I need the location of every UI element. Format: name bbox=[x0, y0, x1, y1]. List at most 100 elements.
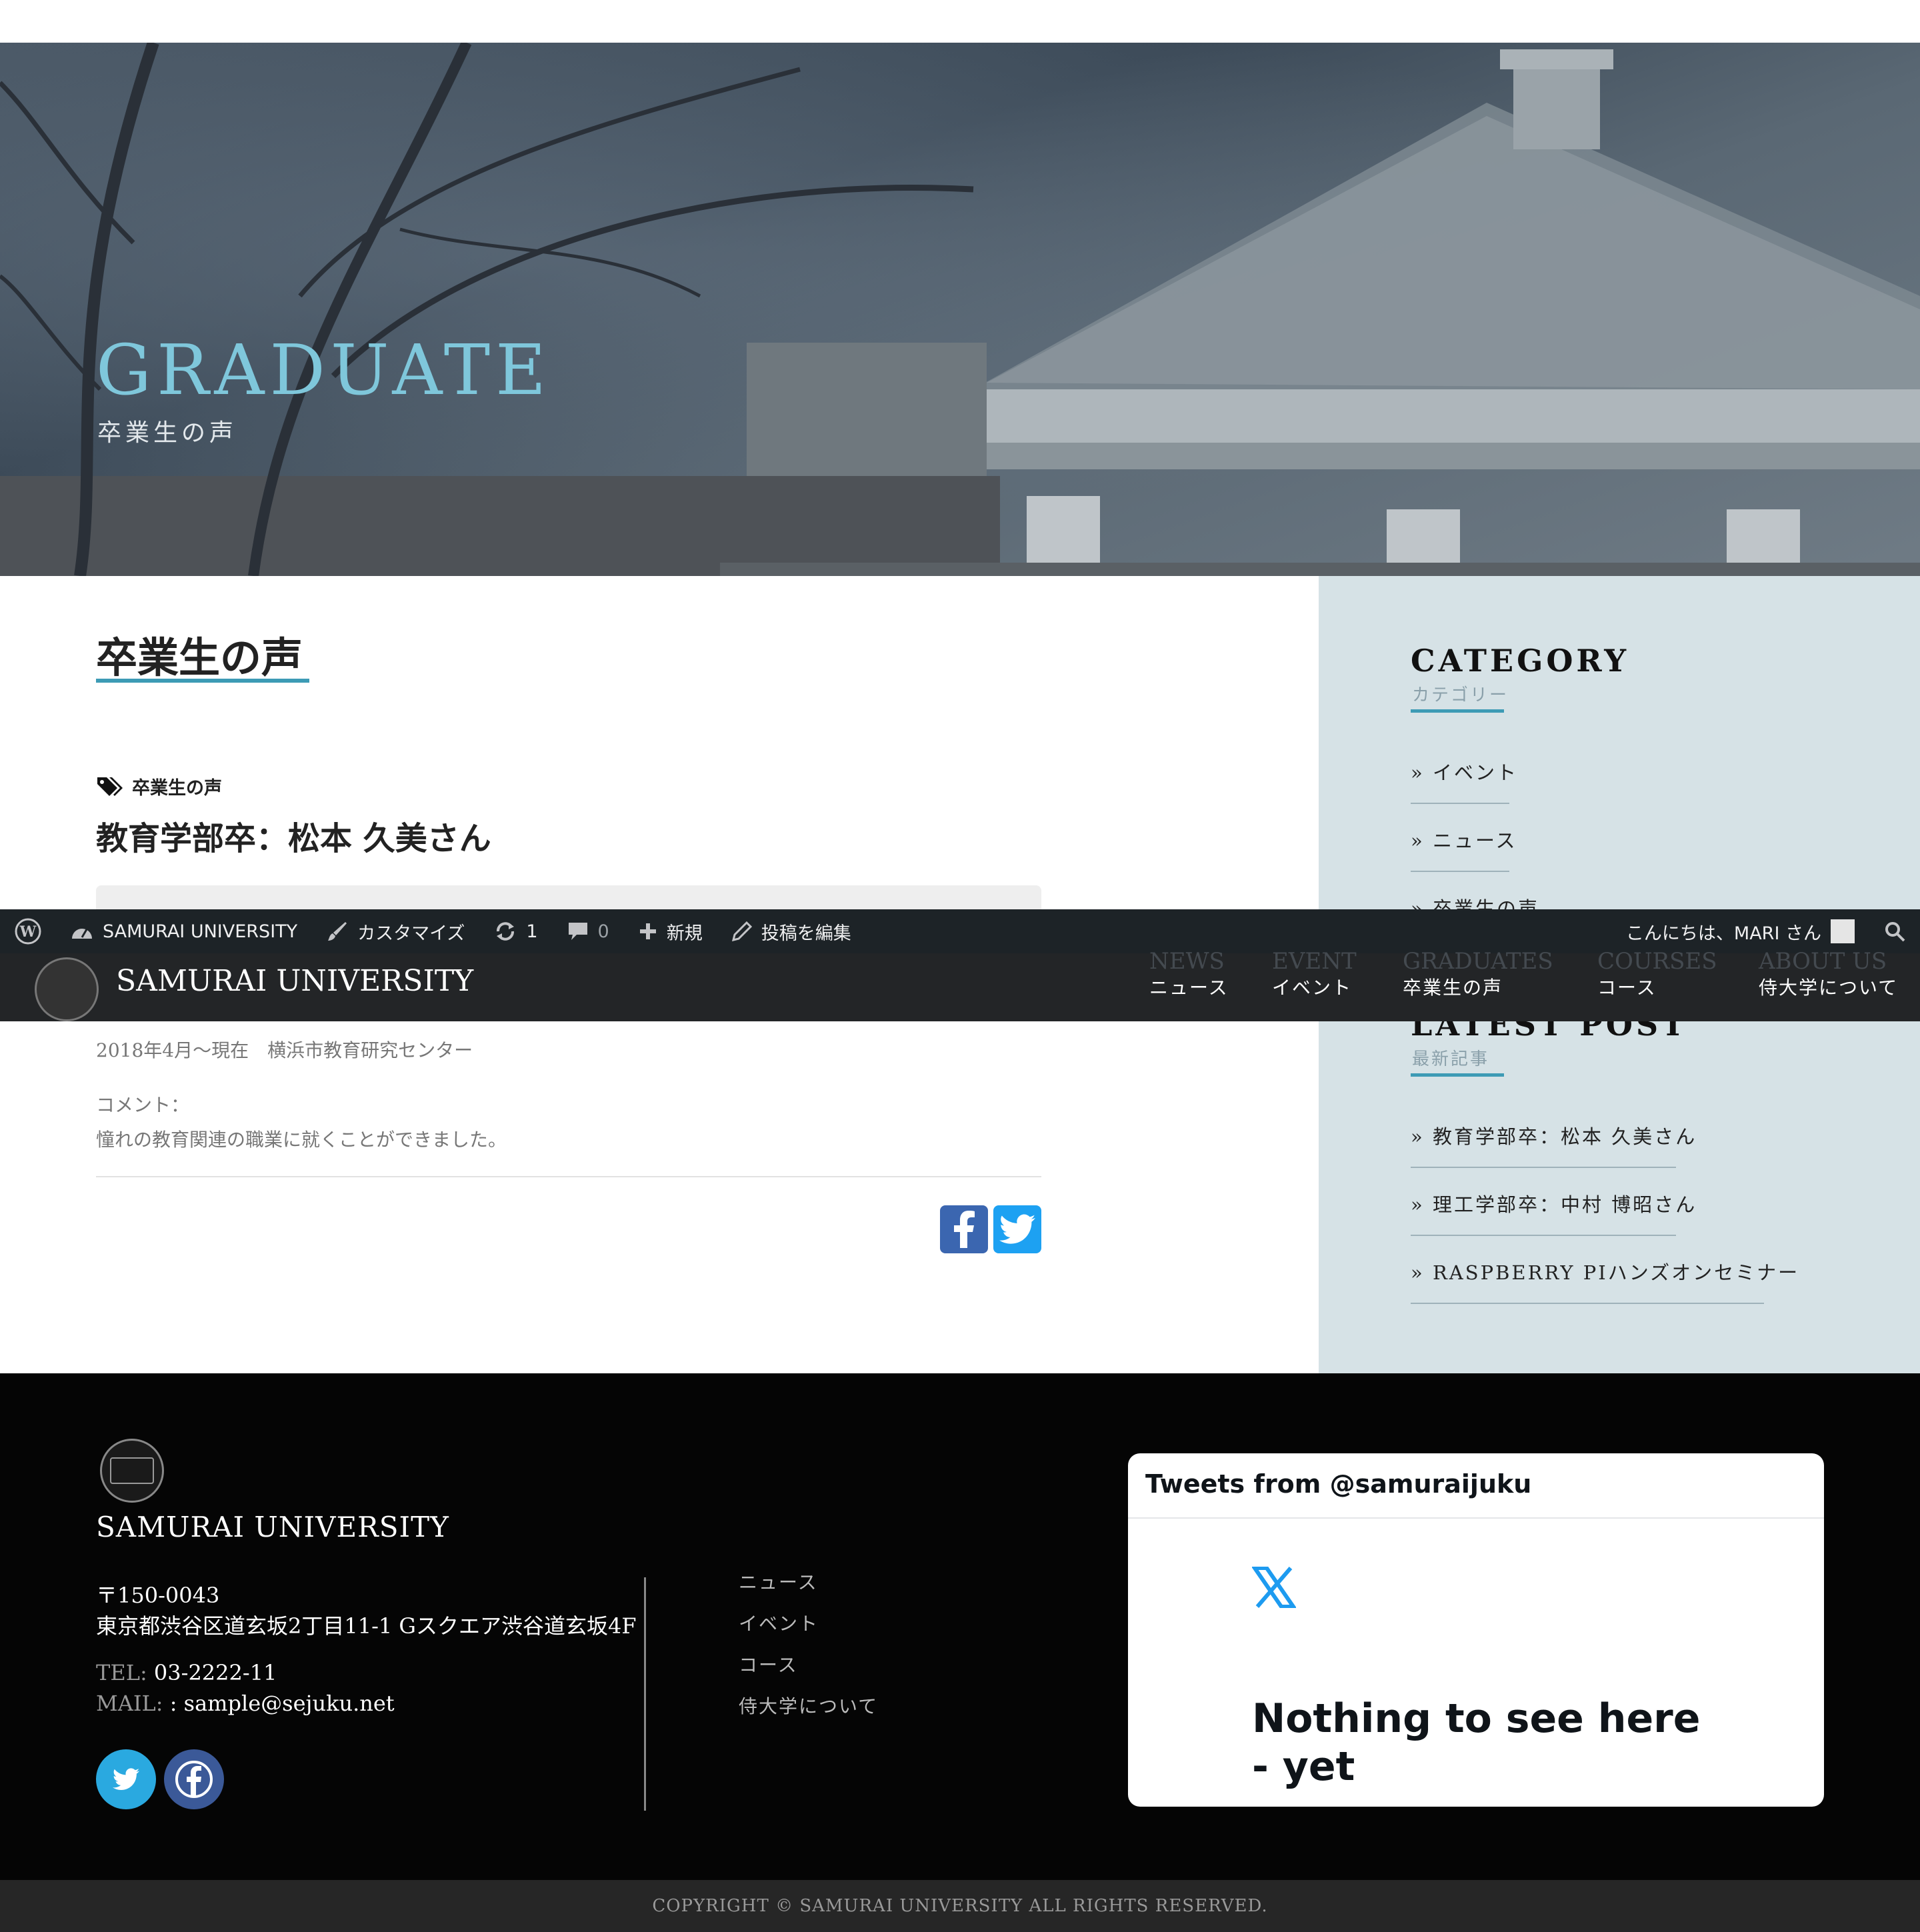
nav-label-en: NEWS bbox=[1149, 948, 1225, 975]
footer-logo[interactable] bbox=[100, 1439, 164, 1503]
footer-logo-emblem bbox=[110, 1457, 154, 1484]
sidebar-category-item[interactable]: » イベント bbox=[1411, 757, 1518, 785]
footer-mail-value[interactable]: : sample@sejuku.net bbox=[170, 1691, 395, 1716]
hero-banner: GRADUATE 卒業生の声 bbox=[0, 43, 1920, 576]
post-title: 教育学部卒：松本 久美さん bbox=[96, 820, 491, 857]
hero-title: GRADUATE bbox=[96, 329, 552, 411]
x-logo-icon bbox=[1252, 1567, 1296, 1608]
footer-divider bbox=[644, 1577, 646, 1811]
facebook-icon bbox=[175, 1761, 213, 1798]
sidebar-category-label: ニュース bbox=[1432, 829, 1517, 852]
nav-label-en: ABOUT US bbox=[1759, 948, 1887, 975]
site-header: SAMURAI UNIVERSITY NEWS ニュース EVENT イベント … bbox=[0, 948, 1920, 1021]
admin-comments-count: 0 bbox=[597, 921, 609, 942]
footer-link[interactable]: イベント bbox=[739, 1609, 819, 1636]
site-logo[interactable] bbox=[35, 957, 99, 1021]
footer-twitter-button[interactable] bbox=[96, 1749, 156, 1809]
twitter-icon bbox=[999, 1214, 1035, 1244]
page-title: 卒業生の声 bbox=[96, 633, 303, 682]
tweets-title: Tweets from @samuraijuku bbox=[1128, 1453, 1824, 1519]
footer-link[interactable]: ニュース bbox=[739, 1568, 818, 1595]
sidebar-latest-underline bbox=[1411, 1073, 1504, 1077]
wordpress-menu[interactable]: W bbox=[0, 909, 56, 953]
footer-link[interactable]: コース bbox=[739, 1651, 798, 1677]
sidebar-category-label: イベント bbox=[1432, 761, 1518, 784]
sidebar-category-underline bbox=[1411, 709, 1504, 713]
admin-search-button[interactable] bbox=[1869, 909, 1920, 953]
comment-text: 憧れの教育関連の職業に就くことができました。 bbox=[96, 1129, 507, 1151]
admin-updates-count: 1 bbox=[526, 921, 538, 942]
sidebar-item-divider bbox=[1411, 803, 1509, 804]
site-name[interactable]: SAMURAI UNIVERSITY bbox=[116, 964, 473, 998]
footer-tel: TEL: 03-2222-11 bbox=[96, 1660, 277, 1685]
post-divider bbox=[96, 1176, 1041, 1177]
footer-address: 東京都渋谷区道玄坂2丁目11-1 Gスクエア渋谷道玄坂4F bbox=[96, 1613, 637, 1639]
dashboard-icon bbox=[72, 929, 92, 939]
sidebar-item-divider bbox=[1411, 1167, 1676, 1168]
admin-site-link[interactable]: SAMURAI UNIVERSITY bbox=[56, 909, 312, 953]
svg-text:W: W bbox=[19, 923, 37, 941]
copyright: COPYRIGHT © SAMURAI UNIVERSITY ALL RIGHT… bbox=[0, 1880, 1920, 1932]
user-avatar bbox=[1831, 919, 1855, 943]
sidebar-item-divider bbox=[1411, 1235, 1676, 1236]
admin-edit-link[interactable]: 投稿を編集 bbox=[717, 909, 866, 953]
hero-building-image bbox=[0, 43, 1920, 576]
footer-mail-label: MAIL: bbox=[96, 1691, 163, 1716]
nav-label-en: COURSES bbox=[1597, 948, 1717, 975]
sidebar-latest-item[interactable]: » 教育学部卒：松本 久美さん bbox=[1411, 1121, 1697, 1149]
nav-label-ja: 卒業生の声 bbox=[1403, 977, 1503, 999]
admin-customize-label: カスタマイズ bbox=[357, 923, 465, 944]
sidebar-category-heading: CATEGORY bbox=[1411, 643, 1630, 679]
sidebar-item-divider bbox=[1411, 871, 1509, 872]
admin-comments-link[interactable]: 0 bbox=[553, 909, 624, 953]
site-footer: SAMURAI UNIVERSITY 〒150-0043 東京都渋谷区道玄坂2丁… bbox=[0, 1373, 1920, 1880]
twitter-timeline-widget[interactable]: Tweets from @samuraijuku Nothing to see … bbox=[1128, 1453, 1824, 1807]
footer-tel-label: TEL: bbox=[96, 1660, 147, 1685]
career-text: 2018年4月〜現在 横浜市教育研究センター bbox=[96, 1039, 473, 1061]
plus-icon bbox=[639, 923, 656, 939]
admin-greeting: こんにちは、MARI さん bbox=[1625, 923, 1821, 944]
sidebar-latest-sub: 最新記事 bbox=[1412, 1049, 1490, 1069]
admin-bar: W SAMURAI UNIVERSITY カスタマイズ 1 0 新規 投稿を編集… bbox=[0, 909, 1920, 953]
page-title-underline bbox=[96, 679, 309, 683]
sidebar-category-sub: カテゴリー bbox=[1412, 685, 1509, 705]
nav-label-ja: 侍大学について bbox=[1759, 977, 1899, 999]
search-icon bbox=[1885, 922, 1905, 942]
nav-label-ja: ニュース bbox=[1149, 977, 1229, 999]
footer-facebook-button[interactable] bbox=[164, 1749, 224, 1809]
pencil-icon bbox=[731, 921, 752, 941]
updates-icon bbox=[497, 922, 515, 941]
footer-link[interactable]: 侍大学について bbox=[739, 1692, 878, 1719]
facebook-icon bbox=[954, 1211, 975, 1248]
brush-icon bbox=[328, 922, 347, 941]
nav-label-en: EVENT bbox=[1272, 948, 1357, 975]
tweets-empty-message: Nothing to see here - yet bbox=[1252, 1695, 1701, 1790]
admin-updates-link[interactable]: 1 bbox=[479, 909, 552, 953]
share-facebook-button[interactable] bbox=[940, 1205, 988, 1253]
comment-label: コメント： bbox=[96, 1094, 190, 1116]
sidebar-latest-item[interactable]: » 理工学部卒：中村 博昭さん bbox=[1411, 1189, 1697, 1217]
twitter-icon bbox=[113, 1768, 139, 1790]
nav-label-ja: イベント bbox=[1272, 977, 1353, 999]
admin-account-menu[interactable]: こんにちは、MARI さん bbox=[1611, 909, 1869, 953]
admin-site-name: SAMURAI UNIVERSITY bbox=[103, 921, 298, 942]
footer-mail: MAIL: : sample@sejuku.net bbox=[96, 1691, 395, 1716]
footer-site-name: SAMURAI UNIVERSITY bbox=[96, 1511, 449, 1543]
footer-tel-value: 03-2222-11 bbox=[153, 1660, 277, 1685]
wordpress-icon: W bbox=[15, 918, 41, 945]
admin-edit-label: 投稿を編集 bbox=[761, 923, 851, 944]
sidebar-category-item[interactable]: » ニュース bbox=[1411, 825, 1517, 853]
nav-label-ja: コース bbox=[1597, 977, 1657, 999]
comment-icon bbox=[568, 923, 587, 940]
post-category-label: 卒業生の声 bbox=[132, 778, 222, 799]
admin-new-link[interactable]: 新規 bbox=[624, 909, 717, 953]
post-category[interactable]: 卒業生の声 bbox=[96, 773, 222, 799]
nav-label-en: GRADUATES bbox=[1403, 948, 1553, 975]
sidebar-latest-label: 理工学部卒：中村 博昭さん bbox=[1432, 1193, 1697, 1216]
sidebar-latest-item[interactable]: » RASPBERRY PIハンズオンセミナー bbox=[1411, 1257, 1799, 1285]
sidebar-latest-label: RASPBERRY PIハンズオンセミナー bbox=[1432, 1261, 1800, 1284]
admin-new-label: 新規 bbox=[666, 923, 703, 944]
share-twitter-button[interactable] bbox=[993, 1205, 1041, 1253]
hero-subtitle: 卒業生の声 bbox=[97, 419, 238, 447]
admin-customize-link[interactable]: カスタマイズ bbox=[312, 909, 479, 953]
